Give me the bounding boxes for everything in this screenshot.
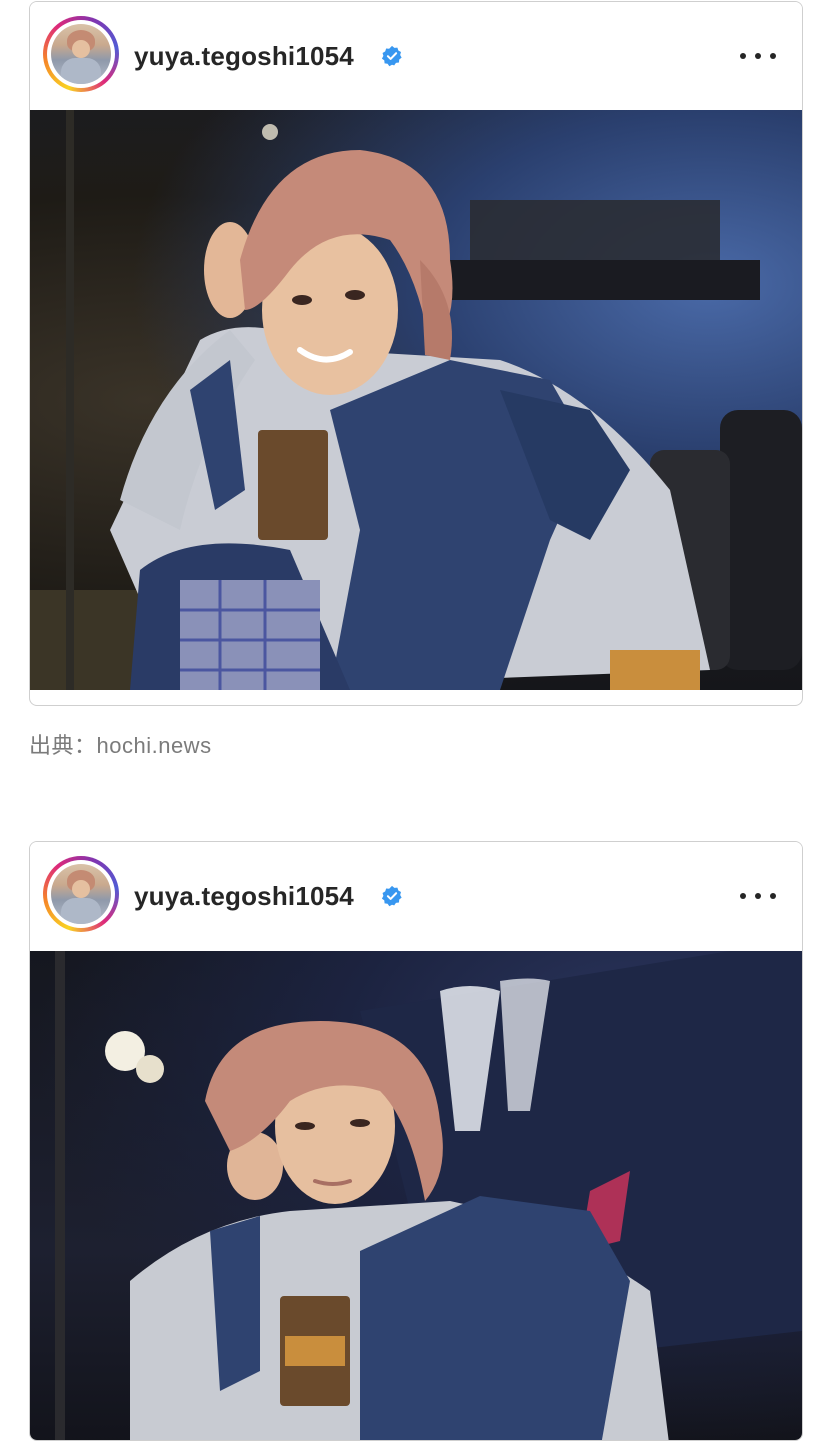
post-header: yuya.tegoshi1054 [30,2,802,109]
post-header: yuya.tegoshi1054 [30,842,802,949]
post-photo[interactable] [30,110,802,690]
avatar[interactable] [43,856,119,932]
avatar-image [51,24,111,84]
verified-badge-icon [381,45,402,67]
username-link[interactable]: yuya.tegoshi1054 [134,40,354,72]
verified-badge-icon [381,885,402,907]
more-options-icon[interactable] [740,48,776,64]
avatar-image [51,864,111,924]
image-source-caption: 出典：hochi.news [29,733,212,758]
username-link[interactable]: yuya.tegoshi1054 [134,880,354,912]
avatar[interactable] [43,16,119,92]
instagram-embed-post-2: yuya.tegoshi1054 [29,841,803,1441]
post-photo[interactable] [30,951,802,1440]
photo-illustration [30,110,802,690]
instagram-embed-post-1: yuya.tegoshi1054 [29,1,803,706]
photo-illustration [55,951,802,1440]
more-options-icon[interactable] [740,888,776,904]
